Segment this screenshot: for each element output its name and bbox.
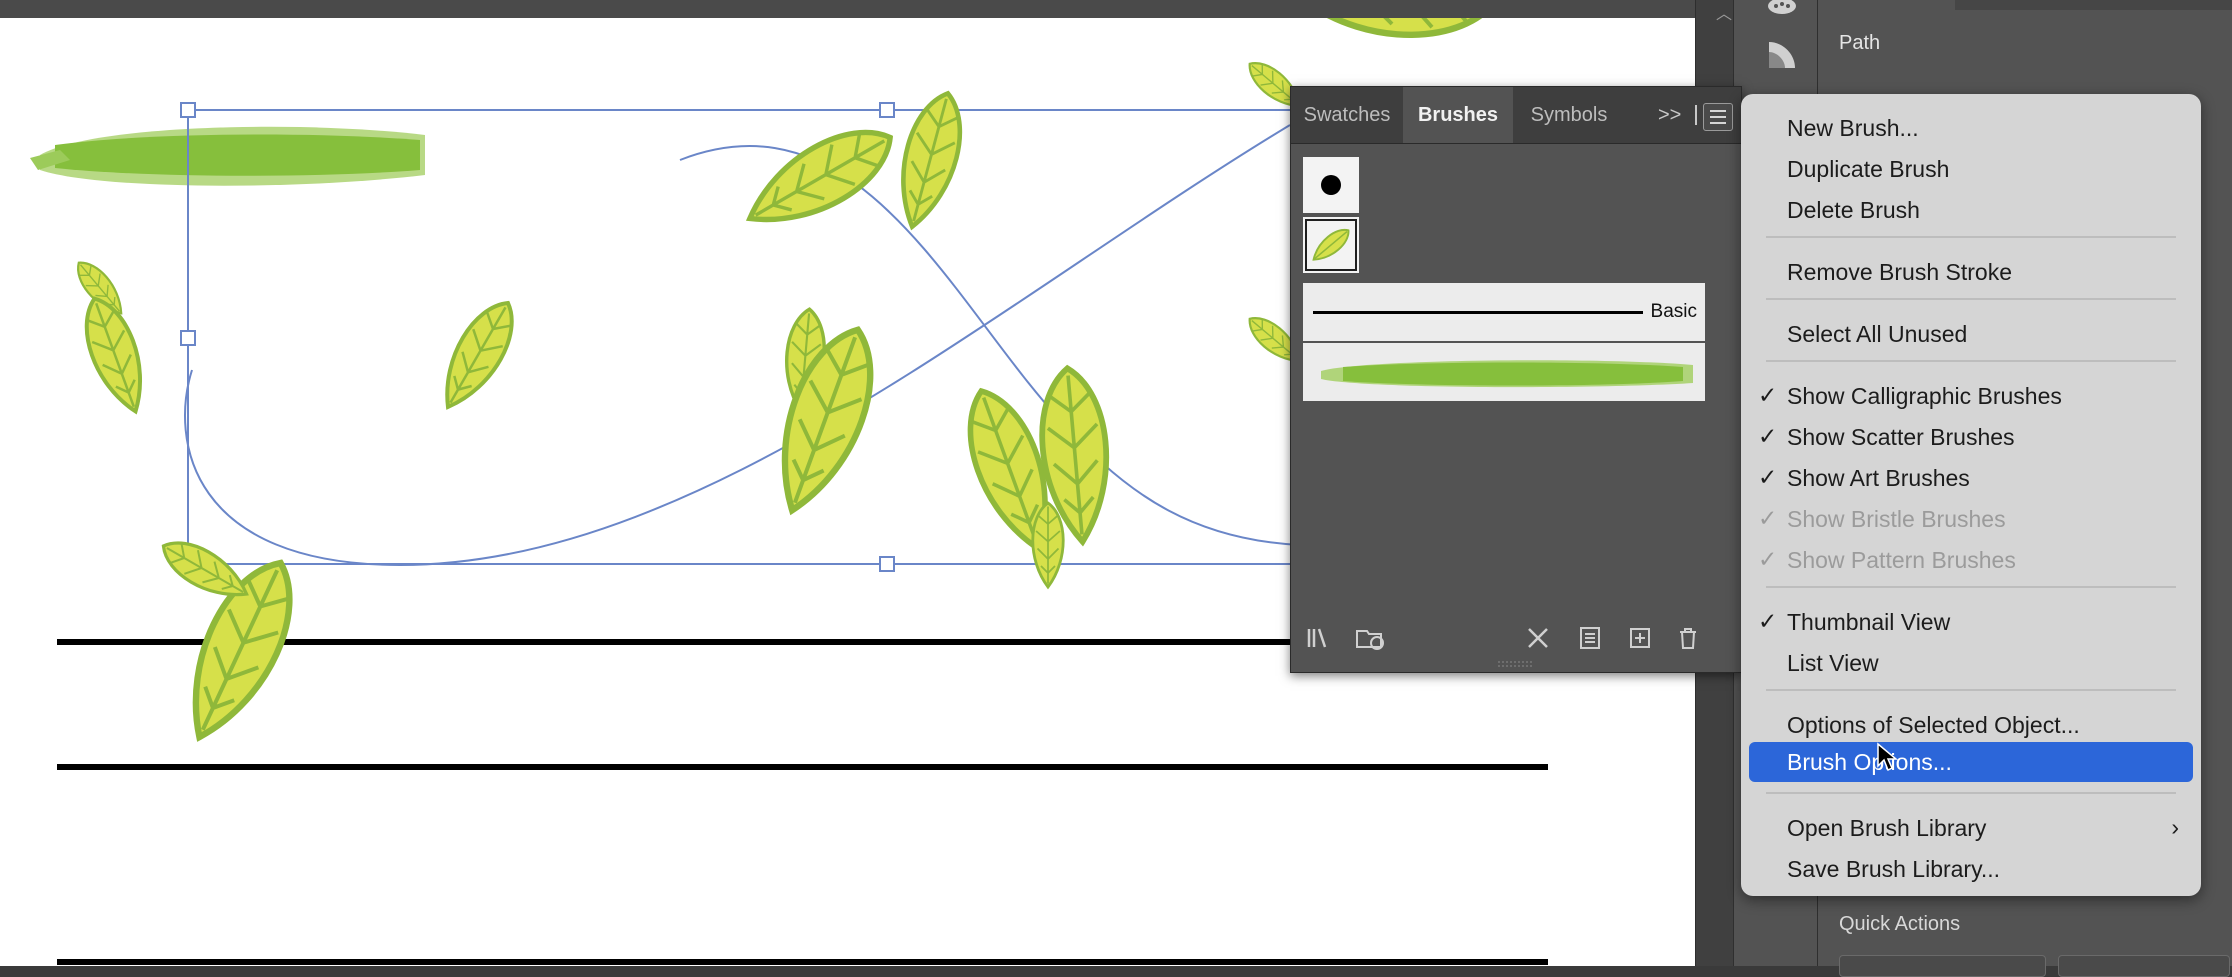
menu-item-new-brush[interactable]: New Brush... <box>1741 108 2201 148</box>
menu-separator <box>1766 586 2176 588</box>
menu-separator <box>1766 360 2176 362</box>
brush-options-icon[interactable] <box>1577 625 1603 651</box>
brush-green-art-row[interactable] <box>1303 343 1705 401</box>
green-brush-stroke <box>30 126 425 186</box>
scroll-up-arrow[interactable]: ︿ <box>1716 0 1732 24</box>
properties-header-bar <box>1955 0 2232 10</box>
menu-item-select-all-unused[interactable]: Select All Unused <box>1741 314 2201 354</box>
panel-resize-grip[interactable] <box>1496 660 1536 668</box>
menu-separator <box>1766 689 2176 691</box>
basic-stroke-preview <box>1313 311 1643 314</box>
mouse-pointer-icon <box>1877 742 1898 772</box>
menu-item-show-bristle: ✓ Show Bristle Brushes <box>1758 505 2006 532</box>
menu-item-show-pattern: ✓ Show Pattern Brushes <box>1758 546 2016 573</box>
gradient-wedge-icon[interactable] <box>1765 38 1799 72</box>
tab-separator <box>1695 105 1697 125</box>
tab-symbols[interactable]: Symbols <box>1513 87 1625 143</box>
round-brush-icon <box>1321 175 1341 195</box>
trash-icon[interactable] <box>1675 625 1701 651</box>
checkmark-icon: ✓ <box>1758 382 1778 408</box>
menu-item-brush-options[interactable]: Brush Options... <box>1749 742 2193 782</box>
brushes-panel: Swatches Brushes Symbols >> Basic <box>1290 86 1742 673</box>
new-brush-icon[interactable] <box>1627 625 1653 651</box>
quick-action-button-1[interactable] <box>1839 955 2046 977</box>
brush-basic-row[interactable]: Basic <box>1303 283 1705 341</box>
menu-item-delete-brush[interactable]: Delete Brush <box>1741 190 2201 230</box>
chevron-right-icon: › <box>2171 814 2179 840</box>
menu-item-open-brush-library[interactable]: Open Brush Library › <box>1741 808 2201 848</box>
menu-item-thumbnail-view[interactable]: ✓ Thumbnail View <box>1741 602 2201 642</box>
tab-brushes[interactable]: Brushes <box>1403 87 1513 143</box>
menu-item-duplicate-brush[interactable]: Duplicate Brush <box>1741 149 2201 189</box>
checkmark-icon: ✓ <box>1758 464 1778 490</box>
tab-swatches[interactable]: Swatches <box>1291 87 1403 143</box>
checkmark-icon: ✓ <box>1758 608 1778 634</box>
checkmark-icon: ✓ <box>1758 505 1778 531</box>
brush-thumbnail-dot[interactable] <box>1303 157 1359 213</box>
menu-item-save-brush-library[interactable]: Save Brush Library... <box>1741 849 2201 889</box>
green-art-brush-preview <box>1321 360 1693 388</box>
menu-separator <box>1766 236 2176 238</box>
checkmark-icon: ✓ <box>1758 546 1778 572</box>
menu-separator <box>1766 792 2176 794</box>
menu-item-show-calligraphic[interactable]: ✓ Show Calligraphic Brushes <box>1741 376 2201 416</box>
remove-brush-stroke-icon[interactable] <box>1525 625 1551 651</box>
panel-footer-toolbar <box>1291 617 1741 661</box>
more-tabs-button[interactable]: >> <box>1658 87 1681 143</box>
document-tab-bar <box>0 0 1700 18</box>
palette-icon[interactable] <box>1765 0 1799 34</box>
leaf-brush-icon <box>1312 228 1350 261</box>
basic-brush-label: Basic <box>1650 301 1697 322</box>
properties-path-label: Path <box>1839 32 1881 54</box>
menu-item-list-view[interactable]: List View <box>1741 643 2201 683</box>
menu-separator <box>1766 298 2176 300</box>
menu-item-remove-brush-stroke[interactable]: Remove Brush Stroke <box>1741 252 2201 292</box>
checkmark-icon: ✓ <box>1758 423 1778 449</box>
menu-item-show-art[interactable]: ✓ Show Art Brushes <box>1741 458 2201 498</box>
quick-actions-label: Quick Actions <box>1839 913 1961 935</box>
brushes-flyout-menu: New Brush... Duplicate Brush Delete Brus… <box>1741 94 2201 896</box>
brush-thumbnail-leaf[interactable] <box>1303 217 1359 273</box>
libraries-panel-icon[interactable] <box>1355 625 1389 651</box>
quick-action-button-2[interactable] <box>2058 955 2230 977</box>
menu-item-options-selected-object[interactable]: Options of Selected Object... <box>1741 705 2201 745</box>
panel-tab-row: Swatches Brushes Symbols >> <box>1291 87 1741 144</box>
panel-menu-button[interactable] <box>1703 103 1733 131</box>
brush-libraries-icon[interactable] <box>1305 625 1331 651</box>
menu-item-show-scatter[interactable]: ✓ Show Scatter Brushes <box>1741 417 2201 457</box>
curve-path-1 <box>184 124 1291 567</box>
